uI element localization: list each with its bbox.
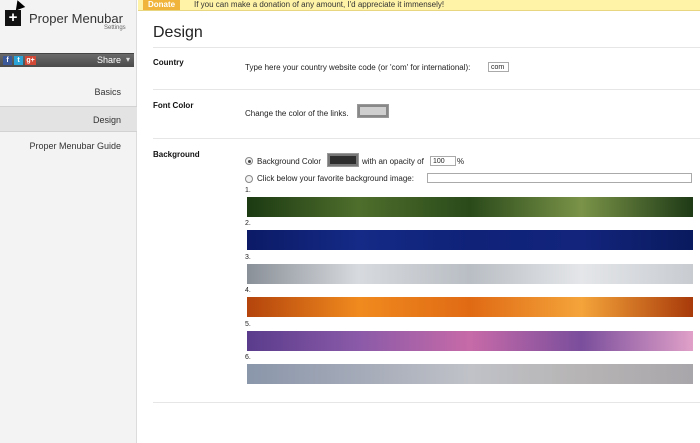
opacity-label: with an opacity of bbox=[362, 157, 424, 166]
background-image-option-3[interactable] bbox=[247, 264, 693, 284]
background-image-option-5[interactable] bbox=[247, 331, 693, 351]
font-color-picker[interactable] bbox=[357, 104, 389, 118]
app-title: Proper Menubar bbox=[29, 10, 123, 26]
background-image-input[interactable] bbox=[427, 173, 692, 183]
facebook-icon[interactable]: f bbox=[3, 56, 12, 65]
background-image-number: 4. bbox=[245, 287, 251, 294]
share-bar[interactable]: f t g+ Share ▾ bbox=[0, 53, 134, 67]
share-chevron-icon[interactable]: ▾ bbox=[126, 55, 130, 64]
sidebar-item-basics[interactable]: Basics bbox=[0, 79, 137, 105]
sidebar-item-guide[interactable]: Proper Menubar Guide bbox=[0, 133, 137, 159]
app-logo: + Proper Menubar bbox=[5, 10, 123, 26]
font-color-label: Font Color bbox=[153, 101, 194, 110]
donation-banner: Donate If you can make a donation of any… bbox=[138, 0, 700, 11]
donation-message: If you can make a donation of any amount… bbox=[194, 0, 445, 9]
background-image-option-label: Click below your favorite background ima… bbox=[257, 174, 414, 183]
opacity-input[interactable] bbox=[430, 156, 456, 166]
page-title: Design bbox=[153, 24, 203, 41]
background-image-number: 2. bbox=[245, 220, 251, 227]
app-subtitle: Settings bbox=[104, 25, 126, 31]
divider bbox=[153, 89, 700, 90]
plus-logo-icon: + bbox=[5, 10, 21, 26]
google-plus-icon[interactable]: g+ bbox=[25, 56, 36, 65]
background-image-number: 3. bbox=[245, 254, 251, 261]
background-image-option-4[interactable] bbox=[247, 297, 693, 317]
background-image-option-6[interactable] bbox=[247, 364, 693, 384]
background-image-number: 6. bbox=[245, 354, 251, 361]
background-color-swatch bbox=[330, 156, 356, 164]
country-description: Type here your country website code (or … bbox=[245, 63, 471, 72]
app-window: + Proper Menubar Settings f t g+ Share ▾… bbox=[0, 0, 700, 443]
background-image-option-1[interactable] bbox=[247, 197, 693, 217]
share-button[interactable]: Share bbox=[97, 55, 121, 65]
background-image-number: 1. bbox=[245, 187, 251, 194]
twitter-icon[interactable]: t bbox=[14, 56, 23, 65]
background-image-radio[interactable] bbox=[245, 175, 253, 183]
background-label: Background bbox=[153, 150, 200, 159]
background-color-picker[interactable] bbox=[327, 153, 359, 167]
background-image-number: 5. bbox=[245, 321, 251, 328]
background-color-radio[interactable] bbox=[245, 157, 253, 165]
opacity-unit: % bbox=[457, 157, 465, 166]
country-label: Country bbox=[153, 58, 184, 67]
font-color-description: Change the color of the links. bbox=[245, 109, 349, 118]
background-image-option-2[interactable] bbox=[247, 230, 693, 250]
divider bbox=[153, 138, 700, 139]
font-color-swatch bbox=[360, 107, 386, 115]
divider bbox=[153, 402, 700, 403]
country-code-input[interactable] bbox=[488, 62, 509, 72]
donate-button[interactable]: Donate bbox=[143, 0, 181, 10]
sidebar-item-design[interactable]: Design bbox=[0, 106, 137, 132]
divider bbox=[153, 47, 700, 48]
background-color-option-label: Background Color bbox=[257, 157, 322, 166]
sidebar: + Proper Menubar Settings f t g+ Share ▾… bbox=[0, 0, 137, 443]
